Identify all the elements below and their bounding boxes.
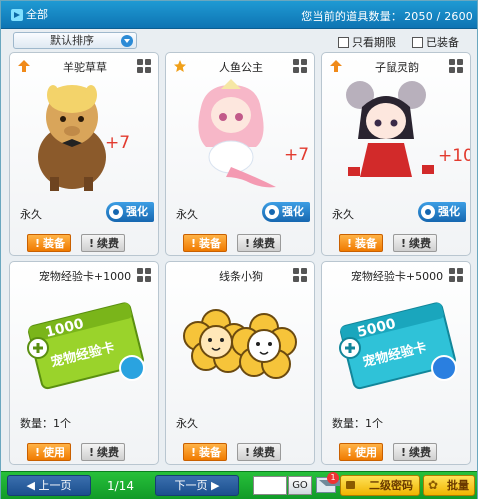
details-grid-icon[interactable] — [449, 268, 463, 282]
next-page-button[interactable]: 下一页 ▶ — [155, 475, 239, 496]
next-page-label: 下一页 — [174, 479, 208, 492]
footer-bar: ◀ 上一页 1/14 下一页 ▶ GO 1 二级密码 批量 — [1, 471, 477, 499]
item-duration: 永久 — [332, 208, 354, 221]
header-bar: 全部 您当前的道具数量： 2050 / 2600 — [1, 1, 477, 29]
item-count-value: 2050 / 2600 — [404, 10, 473, 23]
enhance-button[interactable]: 强化 — [262, 202, 310, 222]
details-grid-icon[interactable] — [449, 59, 463, 73]
alpaca-pet-image — [38, 85, 106, 191]
page-number-input[interactable] — [253, 476, 287, 495]
item-card[interactable]: 宠物经验卡+5000 5000 宠物经验卡 数量：1个 使用 续费 — [321, 261, 471, 465]
right-arrow-icon: ▶ — [207, 479, 220, 492]
details-grid-icon[interactable] — [293, 59, 307, 73]
exp-card-5000-image: 5000 宠物经验卡 — [339, 302, 457, 390]
item-card[interactable]: 人鱼公主 +7 永久 强化 装备 续费 — [165, 52, 315, 256]
sort-dropdown[interactable]: 默认排序 — [13, 32, 137, 49]
details-grid-icon[interactable] — [137, 59, 151, 73]
enhance-level: +7 — [105, 133, 131, 153]
tab-all-label: 全部 — [26, 8, 48, 21]
item-card[interactable]: 宠物经验卡+1000 1000 宠物经验卡 数量：1个 使用 续费 — [9, 261, 159, 465]
details-grid-icon[interactable] — [137, 268, 151, 282]
left-arrow-icon: ◀ — [26, 479, 39, 492]
prev-page-label: 上一页 — [38, 479, 72, 492]
item-card[interactable]: 子鼠灵韵 +10 永久 强化 装备 续费 — [321, 52, 471, 256]
renew-button[interactable]: 续费 — [237, 443, 281, 461]
item-count-label: 您当前的道具数量： — [301, 10, 403, 23]
item-grid: 羊驼草草 +7 永久 强化 装备 续费 — [9, 52, 473, 466]
renew-button[interactable]: 续费 — [81, 443, 125, 461]
only-expiring-label: 只看期限 — [352, 36, 396, 49]
equipped-checkbox[interactable]: 已装备 — [412, 34, 459, 50]
enhance-button[interactable]: 强化 — [418, 202, 466, 222]
puppy-pet-image — [183, 309, 297, 379]
inventory-panel: 全部 您当前的道具数量： 2050 / 2600 默认排序 只看期限 已装备 羊驼… — [0, 0, 478, 499]
equipped-label: 已装备 — [426, 36, 459, 49]
equip-button[interactable]: 装备 — [27, 234, 71, 252]
item-duration: 永久 — [20, 208, 42, 221]
chevron-down-icon[interactable] — [121, 35, 133, 47]
use-button[interactable]: 使用 — [27, 443, 71, 461]
mail-badge: 1 — [327, 472, 339, 484]
go-button[interactable]: GO — [288, 476, 312, 495]
only-expiring-checkbox[interactable]: 只看期限 — [338, 34, 396, 50]
page-indicator: 1/14 — [107, 479, 134, 493]
enhance-level: +10 — [438, 146, 471, 166]
item-quantity: 数量：1个 — [332, 417, 383, 430]
item-duration: 永久 — [176, 417, 198, 430]
rat-pet-image — [346, 81, 434, 177]
item-count: 您当前的道具数量： 2050 / 2600 — [299, 8, 473, 24]
secondary-password-button[interactable]: 二级密码 — [340, 475, 420, 496]
batch-button[interactable]: 批量 — [423, 475, 475, 496]
checkbox-box[interactable] — [412, 36, 423, 48]
renew-button[interactable]: 续费 — [393, 234, 437, 252]
prev-page-button[interactable]: ◀ 上一页 — [7, 475, 91, 496]
equip-button[interactable]: 装备 — [183, 443, 227, 461]
enhance-level: +7 — [284, 145, 310, 165]
checkbox-box[interactable] — [338, 36, 349, 48]
renew-button[interactable]: 续费 — [81, 234, 125, 252]
play-arrow-icon — [11, 8, 23, 21]
tab-all[interactable]: 全部 — [7, 5, 56, 24]
equip-button[interactable]: 装备 — [339, 234, 383, 252]
sort-dropdown-value: 默认排序 — [50, 34, 94, 47]
filter-bar: 默认排序 只看期限 已装备 — [1, 29, 477, 51]
item-card[interactable]: 羊驼草草 +7 永久 强化 装备 续费 — [9, 52, 159, 256]
details-grid-icon[interactable] — [293, 268, 307, 282]
exp-card-1000-image: 1000 宠物经验卡 — [27, 302, 145, 390]
renew-button[interactable]: 续费 — [237, 234, 281, 252]
item-quantity: 数量：1个 — [20, 417, 71, 430]
mermaid-pet-image — [198, 79, 276, 188]
renew-button[interactable]: 续费 — [393, 443, 437, 461]
use-button[interactable]: 使用 — [339, 443, 383, 461]
equip-button[interactable]: 装备 — [183, 234, 227, 252]
item-duration: 永久 — [176, 208, 198, 221]
item-card[interactable]: 线条小狗 永久 装备 续费 — [165, 261, 315, 465]
enhance-button[interactable]: 强化 — [106, 202, 154, 222]
